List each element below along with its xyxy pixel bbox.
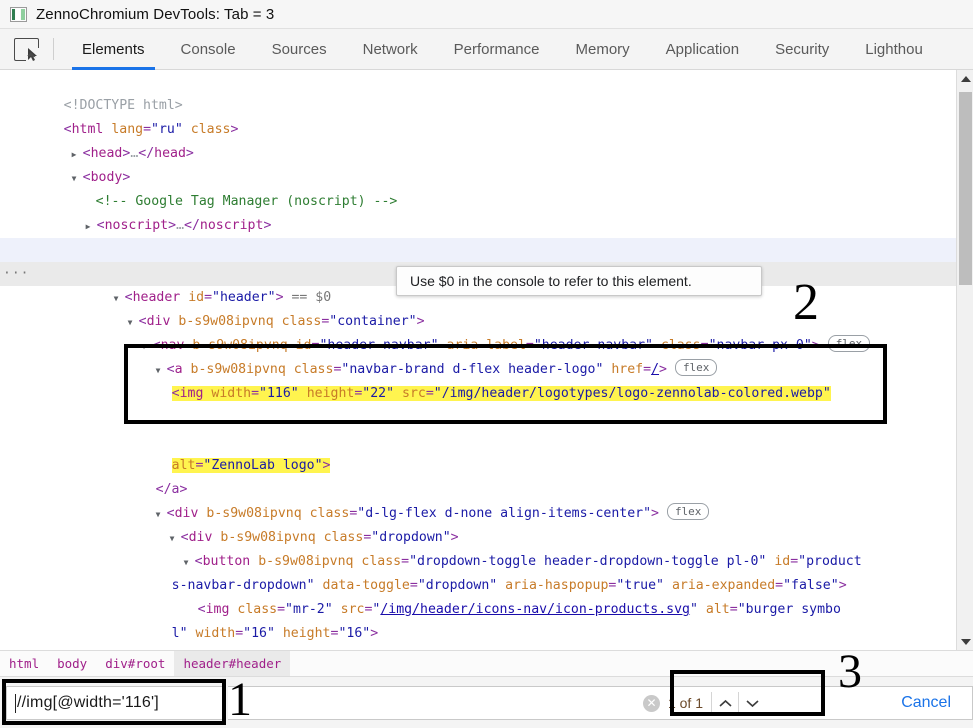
cancel-search-button[interactable]: Cancel — [901, 694, 951, 712]
search-input[interactable]: //img[@width='116'] — [6, 686, 224, 720]
dom-row-html[interactable]: <html lang="ru" class> — [0, 94, 973, 118]
dom-row-button-cont[interactable]: s-navbar-dropdown" data-toggle="dropdown… — [0, 550, 973, 574]
tab-lighthouse[interactable]: Lighthou — [847, 29, 941, 70]
dom-row-img-products[interactable]: <img class="mr-2" src="/img/header/icons… — [0, 574, 973, 598]
dom-tree-scrollbar[interactable] — [956, 70, 973, 650]
dom-row-nav[interactable]: <nav b-s9w08ipvnq id="header-navbar" ari… — [0, 310, 973, 334]
window-titlebar: ZennoChromium DevTools: Tab = 3 — [0, 0, 973, 29]
more-options-icon[interactable]: ··· — [3, 262, 29, 286]
devtools-window: ZennoChromium DevTools: Tab = 3 Elements… — [0, 0, 973, 728]
dom-row-comment-gtm-close[interactable]: <!-- End Google Tag Manager (noscript) -… — [0, 214, 973, 238]
dom-row-anchor-close[interactable]: </a> — [0, 454, 973, 478]
scroll-up-arrow-icon[interactable] — [957, 70, 973, 87]
breadcrumb: html body div#root header#header — [0, 650, 973, 676]
search-match-controls: ✕ 1 of 1 — [643, 690, 765, 716]
dom-row-img-products-cont[interactable]: l" width="16" height="16"> — [0, 598, 973, 622]
dom-row-doctype[interactable]: <!DOCTYPE html> — [0, 70, 973, 94]
cursor-arrow-icon — [27, 48, 38, 61]
search-input-value: //img[@width='116'] — [17, 694, 159, 712]
breadcrumb-item-body[interactable]: body — [48, 651, 96, 677]
tag-img: img — [180, 386, 204, 401]
breadcrumb-item-header[interactable]: header#header — [174, 651, 290, 677]
window-title: ZennoChromium DevTools: Tab = 3 — [36, 6, 274, 23]
dom-row-comment-gtm-open[interactable]: <!-- Google Tag Manager (noscript) --> — [0, 166, 973, 190]
dom-row-div-root[interactable]: <div b-s9w08ipvnq id="root"> flex — [0, 238, 973, 262]
selected-element-tooltip: Use $0 in the console to refer to this e… — [396, 266, 762, 296]
dom-row-button[interactable]: <button b-s9w08ipvnq class="dropdown-tog… — [0, 526, 973, 550]
attr-src-value: "/img/header/logotypes/logo-zennolab-col… — [434, 386, 831, 401]
devtools-tabstrip: Elements Console Sources Network Perform… — [0, 29, 973, 70]
dom-row-anchor-brand[interactable]: <a b-s9w08ipvnq class="navbar-brand d-fl… — [0, 334, 973, 358]
dom-row-head[interactable]: <head>…</head> — [0, 118, 973, 142]
toolbar-divider — [53, 38, 54, 60]
tab-sources[interactable]: Sources — [254, 29, 345, 70]
dom-row-img-logo[interactable]: <img width="116" height="22" src="/img/h… — [0, 358, 973, 430]
tab-elements[interactable]: Elements — [64, 29, 163, 70]
dom-row-noscript[interactable]: <noscript>…</noscript> — [0, 190, 973, 214]
scroll-down-arrow-icon[interactable] — [957, 633, 973, 650]
scrollbar-thumb[interactable] — [959, 92, 972, 285]
text-caret — [15, 694, 16, 713]
app-window-icon — [10, 7, 27, 22]
attr-height-value: "22" — [362, 386, 394, 401]
breadcrumb-item-div-root[interactable]: div#root — [96, 651, 174, 677]
tab-security[interactable]: Security — [757, 29, 847, 70]
tab-memory[interactable]: Memory — [558, 29, 648, 70]
search-match-count: 1 of 1 — [668, 695, 703, 711]
tab-console[interactable]: Console — [163, 29, 254, 70]
breadcrumb-item-html[interactable]: html — [0, 651, 48, 677]
dom-tree-panel[interactable]: <!DOCTYPE html> <html lang="ru" class> <… — [0, 70, 973, 650]
panel-tabs: Elements Console Sources Network Perform… — [64, 29, 941, 70]
inspect-element-icon[interactable] — [14, 38, 39, 61]
dom-row-div-dropdown[interactable]: <div b-s9w08ipvnq class="dropdown"> — [0, 502, 973, 526]
chevron-up-icon[interactable] — [712, 690, 738, 716]
tab-application[interactable]: Application — [648, 29, 757, 70]
search-input-extension[interactable] — [228, 686, 973, 720]
clear-search-icon[interactable]: ✕ — [643, 695, 660, 712]
chevron-down-icon[interactable] — [739, 690, 765, 716]
tab-network[interactable]: Network — [345, 29, 436, 70]
dom-row-div-flexwrap[interactable]: <div b-s9w08ipvnq class="d-lg-flex d-non… — [0, 478, 973, 502]
tab-performance[interactable]: Performance — [436, 29, 558, 70]
attr-width-value: "116" — [259, 386, 299, 401]
dom-row-body[interactable]: <body> — [0, 142, 973, 166]
dom-row-img-logo-cont[interactable]: alt="ZennoLab logo"> — [0, 430, 973, 454]
dom-row-span-products[interactable]: <span b-s9w08ipvnq>Продукты</span> — [0, 622, 973, 646]
